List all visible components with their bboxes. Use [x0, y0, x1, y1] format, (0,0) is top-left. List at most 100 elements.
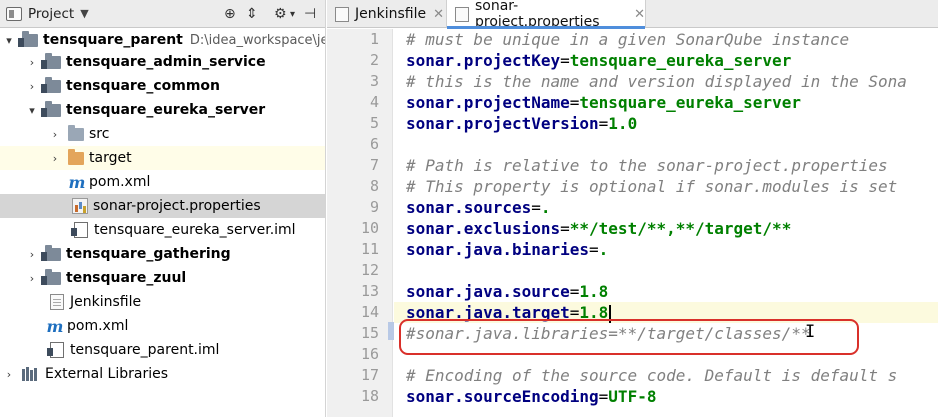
tree-item-external-libraries[interactable]: › External Libraries: [0, 362, 325, 386]
tree-item-label: tensquare_parent: [43, 32, 183, 48]
module-folder-icon: [41, 100, 61, 117]
chevron-down-icon[interactable]: ▾: [25, 104, 39, 117]
property-value: 1.8: [579, 303, 609, 322]
code-line[interactable]: sonar.java.source=1.8: [394, 281, 938, 302]
line-number: 1: [369, 30, 379, 48]
equals-sign: =: [589, 240, 599, 259]
tab-label: sonar-project.properties: [475, 0, 600, 30]
line-marker: [388, 322, 394, 340]
code-line[interactable]: sonar.projectName=tensquare_eureka_serve…: [394, 92, 938, 113]
tree-item-label: tensquare_parent.iml: [70, 342, 220, 358]
line-number: 5: [369, 114, 379, 132]
tree-item-tensquare-common[interactable]: › tensquare_common: [0, 74, 325, 98]
property-key: sonar.projectName: [406, 93, 570, 112]
code-line[interactable]: sonar.sources=.: [394, 197, 938, 218]
chevron-down-icon[interactable]: ▾: [290, 5, 295, 23]
code-line[interactable]: sonar.java.binaries=.: [394, 239, 938, 260]
tree-item-tensquare-eureka-server[interactable]: ▾ tensquare_eureka_server: [0, 98, 325, 122]
project-panel-title[interactable]: Project: [28, 6, 74, 22]
chevron-right-icon[interactable]: ›: [48, 152, 62, 165]
code-line[interactable]: # this is the name and version displayed…: [394, 71, 938, 92]
module-folder-icon: [41, 244, 61, 261]
equals-sign: =: [569, 282, 580, 301]
tree-item-tensquare-parent[interactable]: ▾ tensquare_parent D:\idea_workspace\jen…: [0, 28, 325, 52]
tree-item-target[interactable]: › target: [0, 146, 325, 170]
line-number: 14: [360, 303, 379, 321]
excluded-folder-icon: [68, 148, 84, 165]
project-icon: [6, 6, 22, 21]
library-icon: [22, 367, 40, 381]
tree-item-label: src: [89, 126, 110, 142]
gear-icon[interactable]: ⚙: [274, 5, 287, 23]
chevron-right-icon[interactable]: ›: [25, 248, 39, 261]
line-number: 18: [360, 387, 379, 405]
tree-item-eureka-iml[interactable]: tensquare_eureka_server.iml: [0, 218, 325, 242]
tab-jenkinsfile[interactable]: Jenkinsfile ✕: [327, 0, 445, 28]
text-file-icon: [50, 294, 64, 310]
property-value: **/test/**,**/target/**: [569, 219, 792, 238]
tree-item-sonar-project-properties[interactable]: sonar-project.properties: [0, 194, 325, 218]
property-value: 1.0: [608, 114, 638, 133]
line-number: 15: [360, 324, 379, 342]
tree-item-tensquare-zuul[interactable]: › tensquare_zuul: [0, 266, 325, 290]
code-line[interactable]: [394, 260, 938, 281]
line-number: 3: [369, 72, 379, 90]
code-comment: # this is the name and version displayed…: [406, 72, 907, 91]
chevron-right-icon[interactable]: ›: [25, 80, 39, 93]
tree-item-parent-iml[interactable]: tensquare_parent.iml: [0, 338, 325, 362]
code-line[interactable]: # Path is relative to the sonar-project.…: [394, 155, 938, 176]
collapse-all-icon[interactable]: ⇕: [246, 5, 258, 23]
line-number: 8: [369, 177, 379, 195]
code-line[interactable]: # Encoding of the source code. Default i…: [394, 365, 938, 386]
equals-sign: =: [531, 198, 541, 217]
properties-file-icon: [72, 198, 88, 214]
iml-file-icon: [71, 222, 88, 238]
tab-sonar-project-properties[interactable]: sonar-project.properties ✕: [446, 0, 646, 30]
folder-icon: [68, 124, 84, 141]
tree-item-label: Jenkinsfile: [70, 294, 142, 310]
tree-item-label: External Libraries: [45, 366, 168, 382]
close-icon[interactable]: ✕: [433, 7, 444, 22]
chevron-right-icon[interactable]: ›: [25, 272, 39, 285]
editor-tab-bar: Jenkinsfile ✕ sonar-project.properties ✕: [327, 0, 938, 30]
code-line[interactable]: sonar.java.target=1.8: [394, 302, 938, 323]
chevron-down-icon[interactable]: ▼: [80, 7, 88, 20]
hide-panel-icon[interactable]: ⊣: [304, 5, 316, 23]
line-number: 10: [360, 219, 379, 237]
tree-item-root-pom-xml[interactable]: m pom.xml: [0, 314, 325, 338]
locate-file-icon[interactable]: ⊕: [224, 5, 236, 23]
chevron-right-icon[interactable]: ›: [2, 368, 16, 381]
project-panel: Project ▼ ⊕ ⇕ ⚙ ▾ ⊣ ▾ tensquare_parent D…: [0, 0, 326, 417]
property-value: 1.8: [579, 282, 609, 301]
code-comment: # must be unique in a given SonarQube in…: [406, 30, 850, 49]
text-file-icon: [335, 6, 349, 22]
tree-item-pom-xml[interactable]: m pom.xml: [0, 170, 325, 194]
chevron-right-icon[interactable]: ›: [25, 56, 39, 69]
chevron-right-icon[interactable]: ›: [48, 128, 62, 141]
property-value: tensquare_eureka_server: [569, 51, 792, 70]
property-key: sonar.java.binaries: [406, 240, 590, 259]
code-comment: # Encoding of the source code. Default i…: [406, 366, 898, 385]
close-icon[interactable]: ✕: [634, 7, 645, 22]
property-key: sonar.projectVersion: [406, 114, 599, 133]
code-line[interactable]: sonar.sourceEncoding=UTF-8: [394, 386, 938, 407]
code-line[interactable]: [394, 344, 938, 365]
tree-item-jenkinsfile[interactable]: Jenkinsfile: [0, 290, 325, 314]
code-line[interactable]: #sonar.java.libraries=**/target/classes/…: [394, 323, 938, 344]
code-line[interactable]: [394, 134, 938, 155]
property-key: sonar.exclusions: [406, 219, 561, 238]
tree-item-tensquare-admin-service[interactable]: › tensquare_admin_service: [0, 50, 325, 74]
code-line[interactable]: # must be unique in a given SonarQube in…: [394, 29, 938, 50]
code-line[interactable]: sonar.exclusions=**/test/**,**/target/**: [394, 218, 938, 239]
code-line[interactable]: sonar.projectKey=tensquare_eureka_server: [394, 50, 938, 71]
code-line[interactable]: # This property is optional if sonar.mod…: [394, 176, 938, 197]
maven-icon: m: [46, 316, 64, 336]
chevron-down-icon[interactable]: ▾: [2, 34, 16, 47]
tree-item-src[interactable]: › src: [0, 122, 325, 146]
tree-item-label: tensquare_eureka_server: [66, 102, 266, 118]
code-editor[interactable]: # must be unique in a given SonarQube in…: [394, 29, 938, 417]
tree-item-tensquare-gathering[interactable]: › tensquare_gathering: [0, 242, 325, 266]
code-line[interactable]: sonar.projectVersion=1.0: [394, 113, 938, 134]
tree-item-label: tensquare_admin_service: [66, 54, 266, 70]
property-key: sonar.projectKey: [406, 51, 561, 70]
